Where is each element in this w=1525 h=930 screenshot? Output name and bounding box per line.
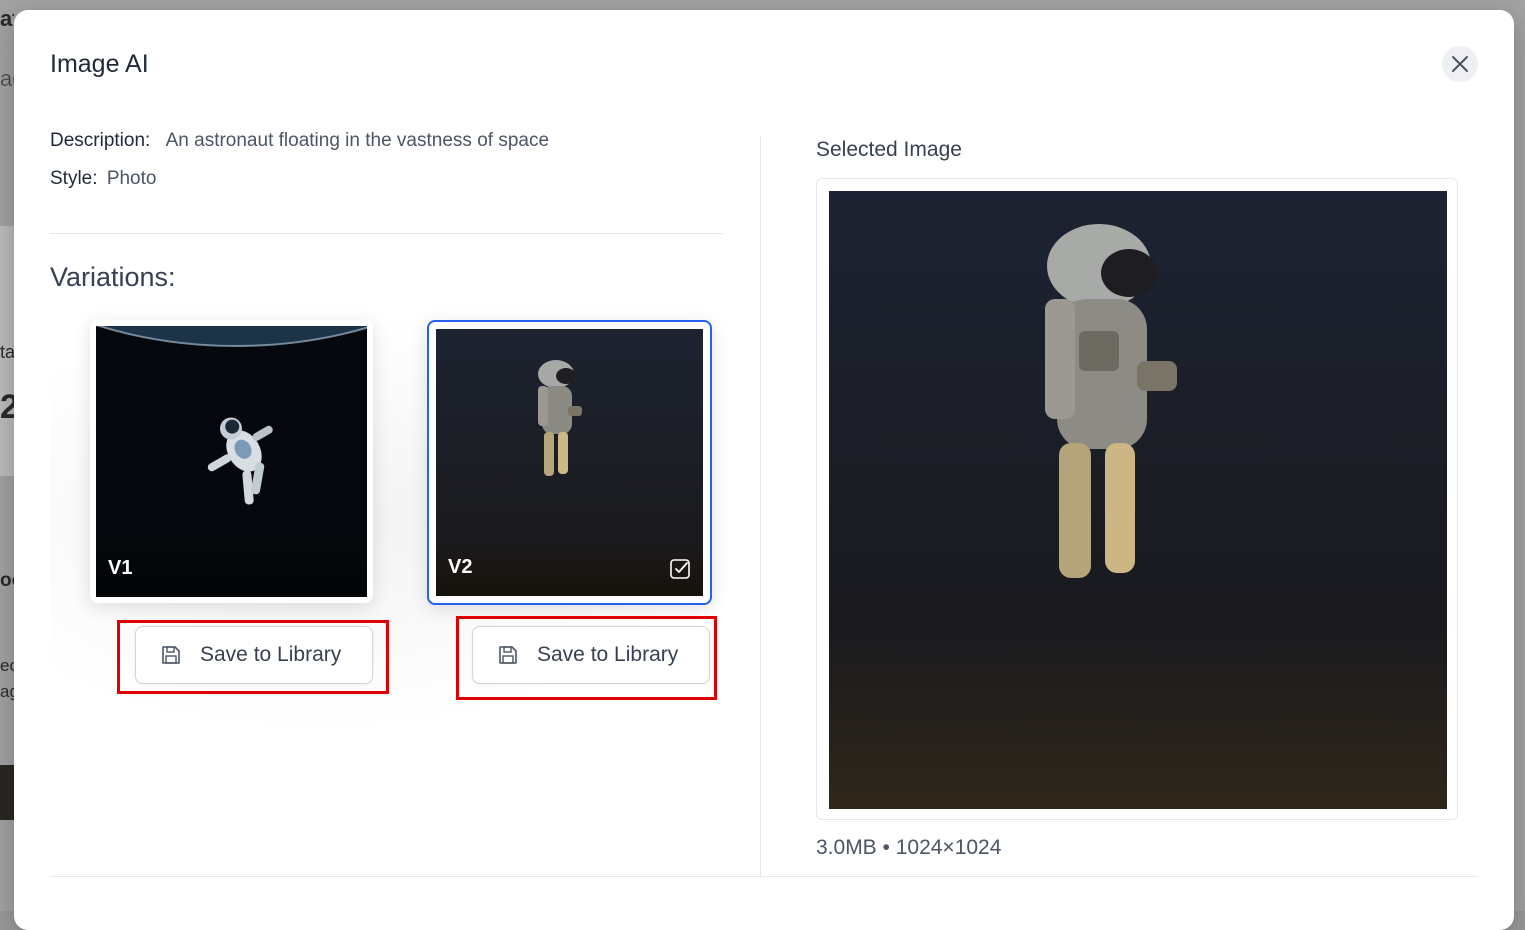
variation-card-v1[interactable]: V1 [90, 320, 373, 603]
save-button-label: Save to Library [537, 643, 679, 666]
modal-title: Image AI [50, 50, 149, 78]
style-label: Style: [50, 168, 98, 189]
save-button-label: Save to Library [200, 643, 342, 666]
background-text: ta [0, 342, 14, 362]
image-ai-modal: Image AI Description: An astronaut float… [14, 10, 1514, 930]
floppy-disk-icon [499, 646, 517, 664]
background-text: ag [0, 66, 14, 91]
save-to-library-button-v1[interactable]: Save to Library [135, 626, 373, 684]
divider [50, 233, 724, 234]
close-button[interactable] [1442, 46, 1478, 82]
variations-heading: Variations: [50, 262, 176, 292]
variation-card-v2[interactable]: V2 [427, 320, 712, 605]
column-divider [760, 136, 761, 876]
variation-image-v2[interactable]: V2 [436, 329, 703, 596]
variation-label-bar: V2 [436, 538, 703, 596]
style-row: Style: Photo [50, 168, 724, 190]
description-value: An astronaut floating in the vastness of… [165, 130, 550, 151]
variation-label: V2 [448, 556, 473, 578]
background-text: ag [0, 682, 14, 701]
variation-label: V1 [108, 557, 133, 579]
variation-image-v1[interactable]: V1 [96, 326, 367, 597]
background-text: ec [0, 656, 14, 675]
close-icon [1452, 56, 1468, 72]
style-value: Photo [106, 168, 157, 189]
background-text: oo [0, 570, 14, 591]
description-label: Description: [50, 130, 151, 151]
variation-label-bar: V1 [96, 539, 367, 597]
background-thumbnail [0, 765, 14, 820]
background-text: ati [0, 6, 14, 31]
description-row: Description: An astronaut floating in th… [50, 130, 724, 152]
file-info: 3.0MB • 1024×1024 [816, 836, 1002, 859]
variations-panel: V1 V2 Save to Library Save to Library [50, 306, 724, 736]
background-text: 2 [0, 388, 14, 426]
floppy-disk-icon [162, 646, 180, 664]
save-to-library-button-v2[interactable]: Save to Library [472, 626, 710, 684]
selected-image [829, 191, 1447, 809]
checkbox-checked-icon[interactable] [669, 558, 691, 580]
footer-divider [50, 876, 1478, 877]
prompt-details: Description: An astronaut floating in th… [50, 130, 724, 206]
selected-image-frame [816, 178, 1458, 820]
selected-image-heading: Selected Image [816, 138, 962, 161]
astronaut-large-image [829, 191, 1447, 809]
